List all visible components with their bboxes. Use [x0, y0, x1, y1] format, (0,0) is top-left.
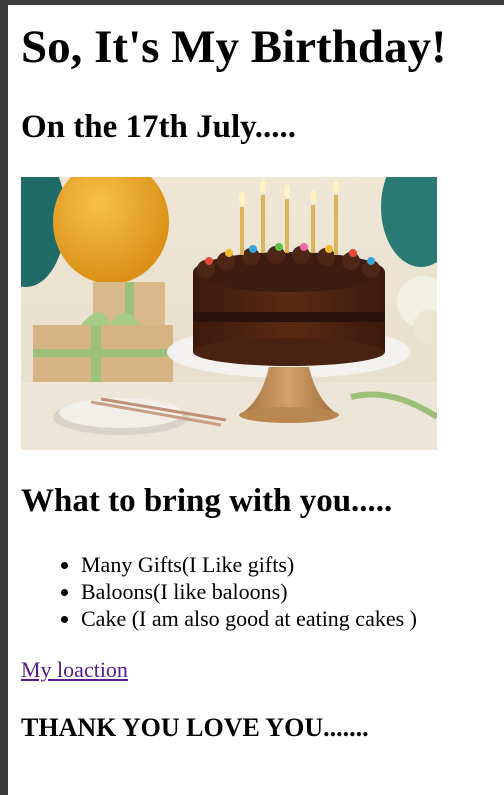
list-item: Baloons(I like baloons) [81, 578, 417, 605]
birthday-cake-photo [21, 177, 437, 450]
location-link[interactable]: My loaction [21, 656, 128, 683]
list-item: Cake (I am also good at eating cakes ) [81, 605, 417, 632]
page-title: So, It's My Birthday! [21, 21, 447, 73]
thank-you-heading: THANK YOU LOVE YOU....... [21, 713, 369, 742]
bring-list: Many Gifts(I Like gifts) Baloons(I like … [21, 551, 417, 632]
window-frame-top [0, 0, 504, 5]
list-item: Many Gifts(I Like gifts) [81, 551, 417, 578]
date-heading: On the 17th July..... [21, 109, 297, 145]
bring-heading: What to bring with you..... [21, 483, 393, 519]
window-frame-left [0, 0, 8, 795]
